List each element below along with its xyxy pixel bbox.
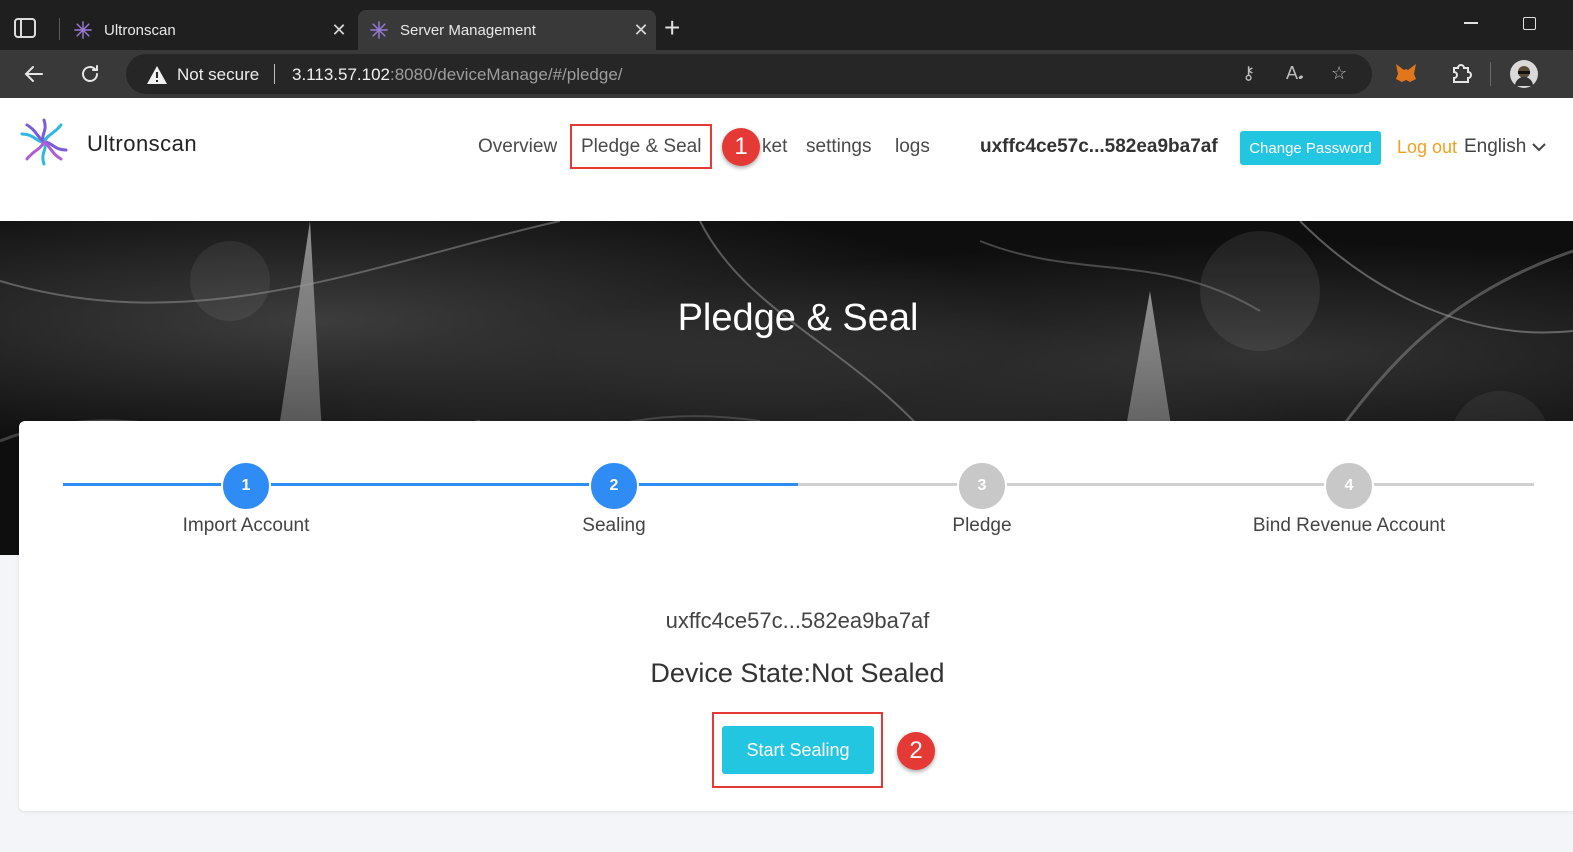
nav-overview[interactable]: Overview: [478, 136, 557, 158]
ultronscan-favicon-icon: [370, 21, 388, 39]
tab-server-management[interactable]: Server Management ✕: [358, 10, 656, 50]
device-account: uxffc4ce57c...582ea9ba7af: [665, 608, 930, 633]
language-selector[interactable]: English: [1464, 136, 1546, 158]
read-aloud-icon[interactable]: A𝅘: [1286, 63, 1304, 84]
ultronscan-favicon-icon: [74, 21, 92, 39]
address-divider: [274, 64, 275, 84]
wallet-address: uxffc4ce57c...582ea9ba7af: [980, 136, 1218, 157]
profile-avatar-icon[interactable]: [1509, 59, 1539, 89]
key-icon[interactable]: ⚷: [1242, 63, 1255, 84]
extensions-puzzle-icon[interactable]: [1448, 60, 1474, 86]
tab-actions-icon[interactable]: [14, 18, 36, 38]
nav-settings[interactable]: settings: [806, 136, 871, 158]
step-3-circle: 3: [957, 461, 1007, 511]
annotation-box-2: [712, 712, 883, 788]
url-text[interactable]: 3.113.57.102:8080/deviceManage/#/pledge/: [292, 65, 623, 85]
tab-title: Ultronscan: [104, 21, 176, 39]
minimize-window-icon[interactable]: [1464, 22, 1478, 24]
url-host: 3.113.57.102: [292, 65, 390, 84]
maximize-window-icon[interactable]: [1523, 17, 1536, 30]
nav-logs[interactable]: logs: [895, 136, 930, 158]
chevron-down-icon: [1531, 143, 1546, 152]
browser-toolbar: Not secure 3.113.57.102:8080/deviceManag…: [0, 50, 1573, 98]
new-tab-icon[interactable]: +: [664, 14, 680, 42]
annotation-number-1: 1: [722, 128, 760, 166]
site-header: Ultronscan Overview Pledge & Seal ket se…: [0, 98, 1573, 221]
annotation-box-1: [570, 124, 712, 169]
logout-link[interactable]: Log out: [1397, 137, 1457, 158]
security-label[interactable]: Not secure: [177, 65, 259, 85]
change-password-button[interactable]: Change Password: [1240, 131, 1381, 165]
page-title: Pledge & Seal: [677, 297, 919, 339]
step-4-circle: 4: [1324, 461, 1374, 511]
page-content: Ultronscan Overview Pledge & Seal ket se…: [0, 98, 1573, 852]
ultronscan-logo-icon[interactable]: [18, 116, 70, 168]
back-arrow-icon[interactable]: [18, 58, 50, 90]
toolbar-divider: [1490, 62, 1491, 86]
step-3-label: Pledge: [952, 515, 1012, 536]
reload-icon[interactable]: [74, 58, 106, 90]
nav-market[interactable]: ket: [762, 136, 787, 158]
step-1-label: Import Account: [182, 515, 310, 536]
browser-tab-bar: Ultronscan ✕ Server Management ✕ +: [0, 0, 1573, 52]
step-1-circle: 1: [221, 461, 271, 511]
close-tab-icon[interactable]: ✕: [626, 20, 656, 41]
url-path: :8080/deviceManage/#/pledge/: [390, 65, 623, 84]
tab-ultronscan[interactable]: Ultronscan ✕: [62, 10, 354, 50]
metamask-fox-icon[interactable]: [1393, 60, 1419, 86]
add-favorite-icon[interactable]: ☆: [1331, 63, 1347, 84]
annotation-number-2: 2: [897, 732, 935, 770]
progress-line-remaining: [798, 483, 1534, 486]
progress-line-complete: [63, 483, 798, 486]
device-state: Device State:Not Sealed: [650, 658, 945, 688]
close-tab-icon[interactable]: ✕: [324, 20, 354, 41]
tab-separator: [59, 18, 60, 40]
warning-icon[interactable]: [146, 65, 168, 85]
language-label: English: [1464, 136, 1527, 157]
step-4-label: Bind Revenue Account: [1252, 515, 1446, 536]
pledge-card: 1 Import Account 2 Sealing 3 Pledge 4 Bi…: [19, 421, 1573, 811]
step-2-label: Sealing: [582, 515, 646, 536]
tab-title: Server Management: [400, 21, 536, 39]
address-bar[interactable]: Not secure 3.113.57.102:8080/deviceManag…: [126, 54, 1372, 94]
step-2-circle: 2: [589, 461, 639, 511]
logo-text[interactable]: Ultronscan: [87, 131, 197, 157]
